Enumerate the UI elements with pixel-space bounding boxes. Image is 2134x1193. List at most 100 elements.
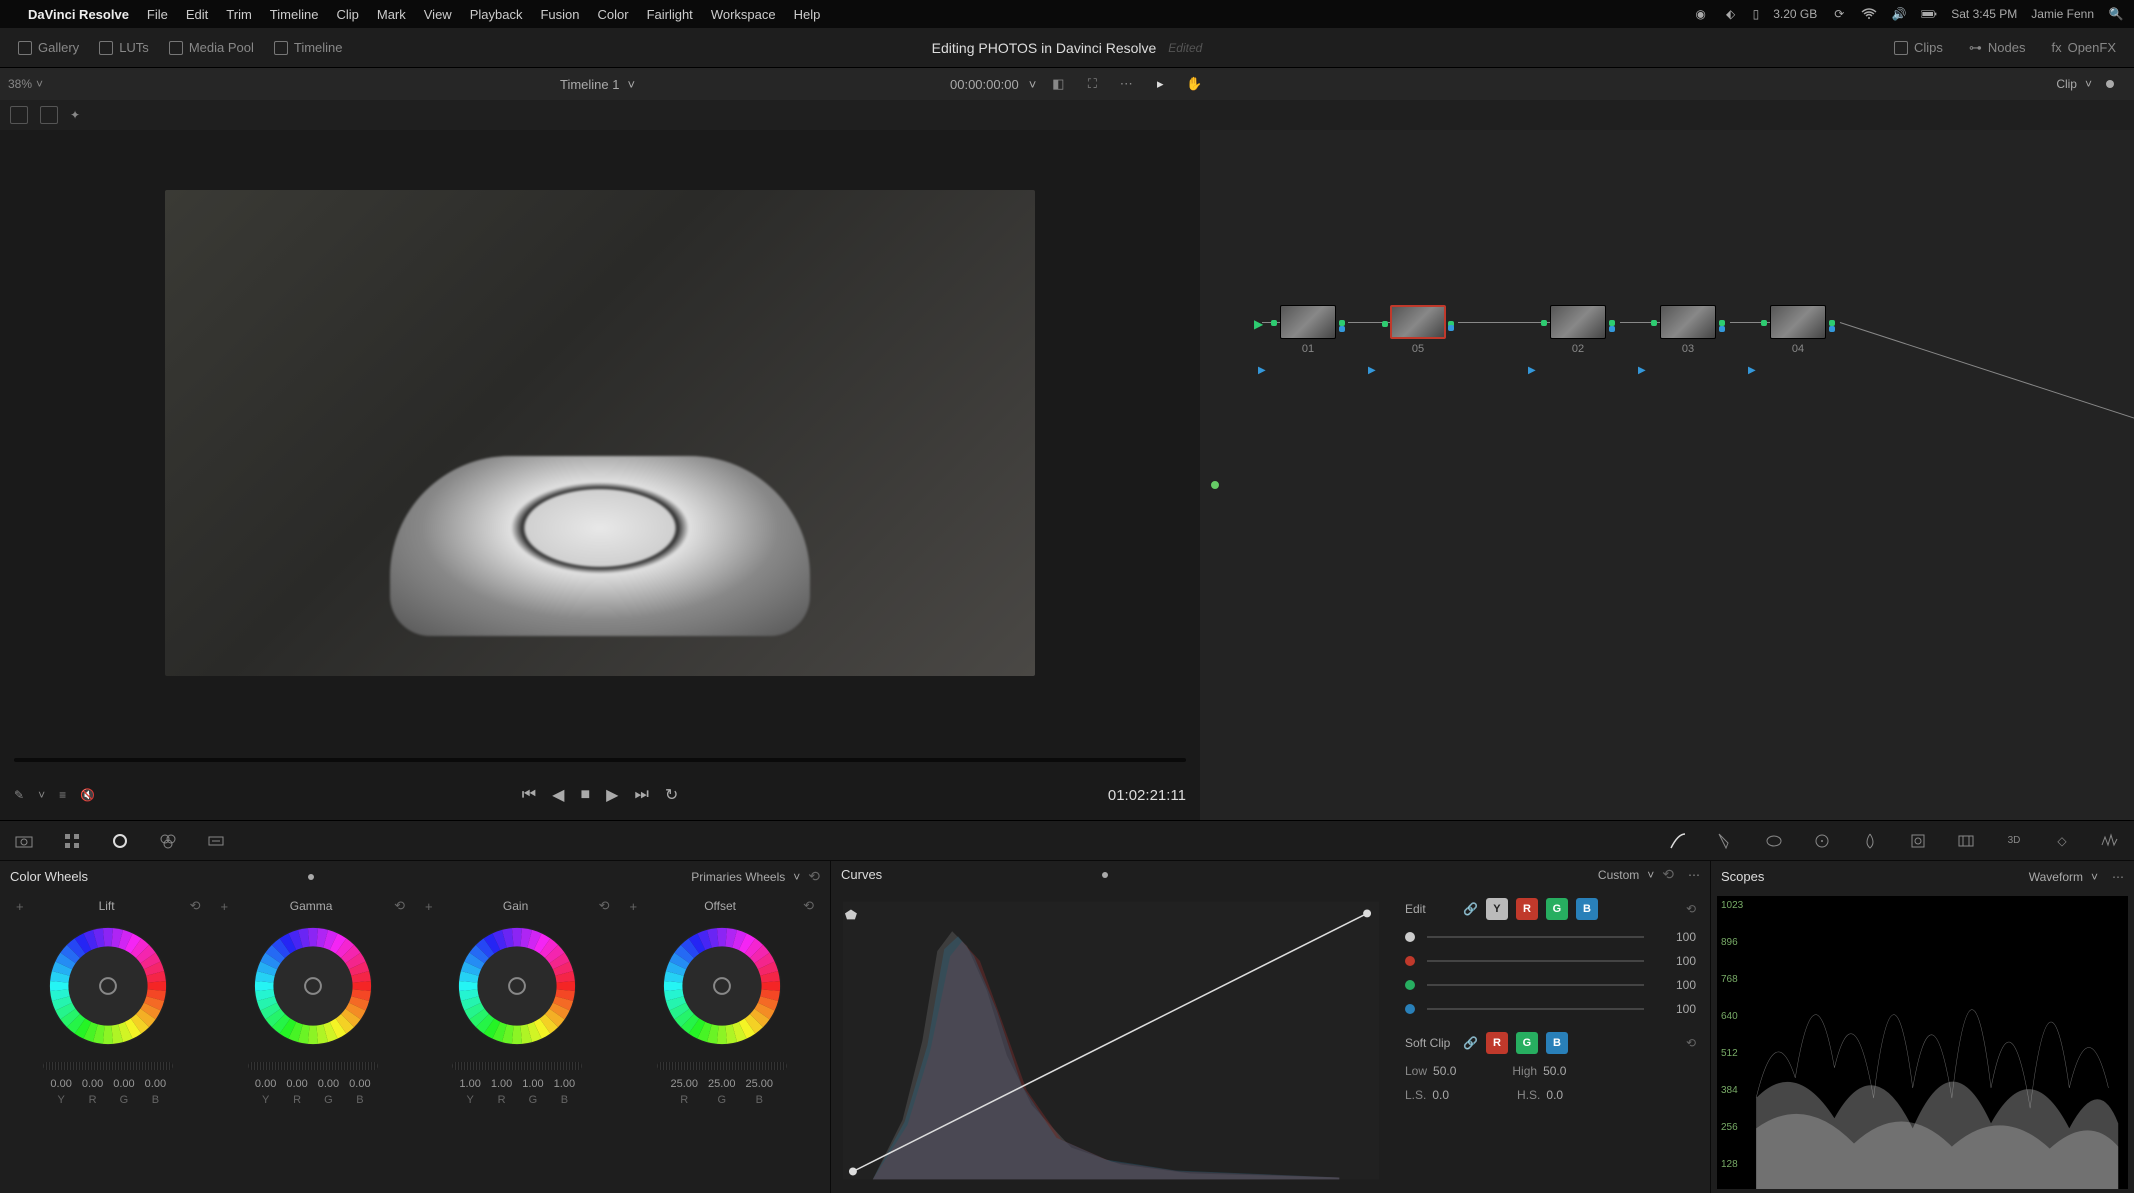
sc-b-button[interactable]: B	[1546, 1032, 1568, 1054]
record-icon[interactable]: ◉	[1693, 6, 1709, 22]
last-frame-button[interactable]: ⏭	[634, 786, 648, 804]
reset-icon[interactable]: ⟲	[1686, 902, 1696, 916]
color-wheel[interactable]	[42, 920, 174, 1052]
color-wheel[interactable]	[247, 920, 379, 1052]
window-tab[interactable]	[1762, 829, 1786, 853]
wheel-value[interactable]: 25.00	[670, 1078, 698, 1090]
scrubber[interactable]	[14, 758, 1186, 762]
reset-icon[interactable]: ⟲	[394, 898, 405, 914]
sync-icon[interactable]: ⟳	[1831, 6, 1847, 22]
intensity-slider[interactable]	[1427, 984, 1644, 986]
spotlight-icon[interactable]: 🔍	[2108, 6, 2124, 22]
wheels-mode-dropdown[interactable]: Primaries Wheels˅⟲	[691, 868, 820, 885]
wheel-value[interactable]: 1.00	[459, 1078, 480, 1090]
high-value[interactable]: 50.0	[1543, 1064, 1566, 1078]
picker-icon[interactable]: +	[630, 899, 638, 914]
curves-graph[interactable]	[831, 888, 1391, 1193]
reset-icon[interactable]: ⟲	[1662, 866, 1674, 883]
transport-timecode[interactable]: 01:02:21:11	[1108, 787, 1186, 804]
keyframes-icon[interactable]: ◇	[2050, 829, 2074, 853]
wifi-icon[interactable]	[1861, 6, 1877, 22]
menu-fairlight[interactable]: Fairlight	[647, 7, 693, 22]
channel-b-button[interactable]: B	[1576, 898, 1598, 920]
wheel-master-slider[interactable]	[248, 1062, 378, 1070]
viewer-timecode[interactable]: 00:00:00:00	[950, 77, 1019, 92]
wheel-value[interactable]: 1.00	[522, 1078, 543, 1090]
node-03[interactable]: 03 ▶	[1660, 305, 1716, 355]
imagewipe-icon[interactable]	[10, 106, 28, 124]
timeline-button[interactable]: Timeline	[264, 36, 353, 59]
wheel-value[interactable]: 0.00	[349, 1078, 370, 1090]
node-input-icon[interactable]	[1541, 320, 1547, 326]
menu-edit[interactable]: Edit	[186, 7, 208, 22]
nodes-button[interactable]: ⊶Nodes	[1959, 36, 2036, 60]
link-icon[interactable]: 🔗	[1463, 1036, 1478, 1050]
node-input-icon[interactable]	[1651, 320, 1657, 326]
user-name[interactable]: Jamie Fenn	[2031, 7, 2094, 21]
menu-trim[interactable]: Trim	[226, 7, 252, 22]
more-icon[interactable]: ⋯	[1114, 72, 1138, 96]
highlight-icon[interactable]: ◧	[1046, 72, 1070, 96]
tracking-tab[interactable]	[1810, 829, 1834, 853]
stack-icon[interactable]: ≡	[59, 788, 66, 802]
hs-value[interactable]: 0.0	[1546, 1088, 1563, 1102]
curves-mode-dropdown[interactable]: Custom˅⟲⋯	[1598, 866, 1700, 883]
sizing-tab[interactable]	[1954, 829, 1978, 853]
clock[interactable]: Sat 3:45 PM	[1951, 7, 2017, 21]
channel-g-button[interactable]: G	[1546, 898, 1568, 920]
wheel-value[interactable]: 1.00	[491, 1078, 512, 1090]
luts-button[interactable]: LUTs	[89, 36, 159, 59]
channel-r-button[interactable]: R	[1516, 898, 1538, 920]
stereo-3d-tab[interactable]: 3D	[2002, 829, 2026, 853]
picker-icon[interactable]: +	[425, 899, 433, 914]
step-back-button[interactable]: ◀	[552, 785, 564, 805]
intensity-slider[interactable]	[1427, 1008, 1644, 1010]
menu-timeline[interactable]: Timeline	[270, 7, 319, 22]
channel-y-button[interactable]: Y	[1486, 898, 1508, 920]
wheel-master-slider[interactable]	[43, 1062, 173, 1070]
wheel-value[interactable]: 0.00	[255, 1078, 276, 1090]
node-editor[interactable]: ▶ 01 ▶ 05 ▶ 02 ▶	[1200, 130, 2134, 820]
rgb-mixer-tab[interactable]	[156, 829, 180, 853]
qualifier-tab[interactable]	[1714, 829, 1738, 853]
menu-file[interactable]: File	[147, 7, 168, 22]
menu-clip[interactable]: Clip	[336, 7, 358, 22]
ls-value[interactable]: 0.0	[1432, 1088, 1449, 1102]
link-icon[interactable]: 🔗	[1463, 902, 1478, 916]
zoom-dropdown[interactable]: 38%˅	[8, 77, 43, 91]
curves-tab[interactable]	[1666, 829, 1690, 853]
scopes-waveform-icon[interactable]	[2098, 829, 2122, 853]
wheel-value[interactable]: 1.00	[554, 1078, 575, 1090]
more-icon[interactable]: ⋯	[2112, 870, 2124, 884]
expand-icon[interactable]: ⛶	[1080, 72, 1104, 96]
scopes-mode-dropdown[interactable]: Waveform˅⋯	[2029, 870, 2124, 884]
timeline-selector[interactable]: Timeline 1˅	[560, 77, 635, 92]
color-match-tab[interactable]	[60, 829, 84, 853]
menu-color[interactable]: Color	[597, 7, 628, 22]
sc-g-button[interactable]: G	[1516, 1032, 1538, 1054]
wheel-value[interactable]: 25.00	[746, 1078, 774, 1090]
gallery-button[interactable]: Gallery	[8, 36, 89, 59]
menu-mark[interactable]: Mark	[377, 7, 406, 22]
stop-button[interactable]: ■	[580, 786, 590, 804]
key-tab[interactable]	[1906, 829, 1930, 853]
chevron-down-icon[interactable]: ˅	[38, 788, 45, 802]
loop-button[interactable]: ↻	[665, 785, 678, 805]
camera-raw-tab[interactable]	[12, 829, 36, 853]
node-01[interactable]: 01 ▶	[1280, 305, 1336, 355]
menu-view[interactable]: View	[424, 7, 452, 22]
reset-icon[interactable]: ⟲	[808, 868, 820, 885]
openfx-button[interactable]: fxOpenFX	[2041, 36, 2126, 60]
eyedropper-icon[interactable]: ✎	[14, 788, 24, 802]
wheel-value[interactable]: 0.00	[145, 1078, 166, 1090]
first-frame-button[interactable]: ⏮	[522, 786, 536, 804]
menu-help[interactable]: Help	[794, 7, 821, 22]
reset-icon[interactable]: ⟲	[803, 898, 814, 914]
pointer-icon[interactable]: ▸	[1148, 72, 1172, 96]
volume-icon[interactable]: 🔊	[1891, 6, 1907, 22]
dropbox-icon[interactable]: ⬖	[1723, 6, 1739, 22]
node-04[interactable]: 04 ▶	[1770, 305, 1826, 355]
wheel-value[interactable]: 0.00	[113, 1078, 134, 1090]
play-button[interactable]: ▶	[606, 785, 618, 805]
node-alpha-output-icon[interactable]	[1448, 325, 1454, 331]
